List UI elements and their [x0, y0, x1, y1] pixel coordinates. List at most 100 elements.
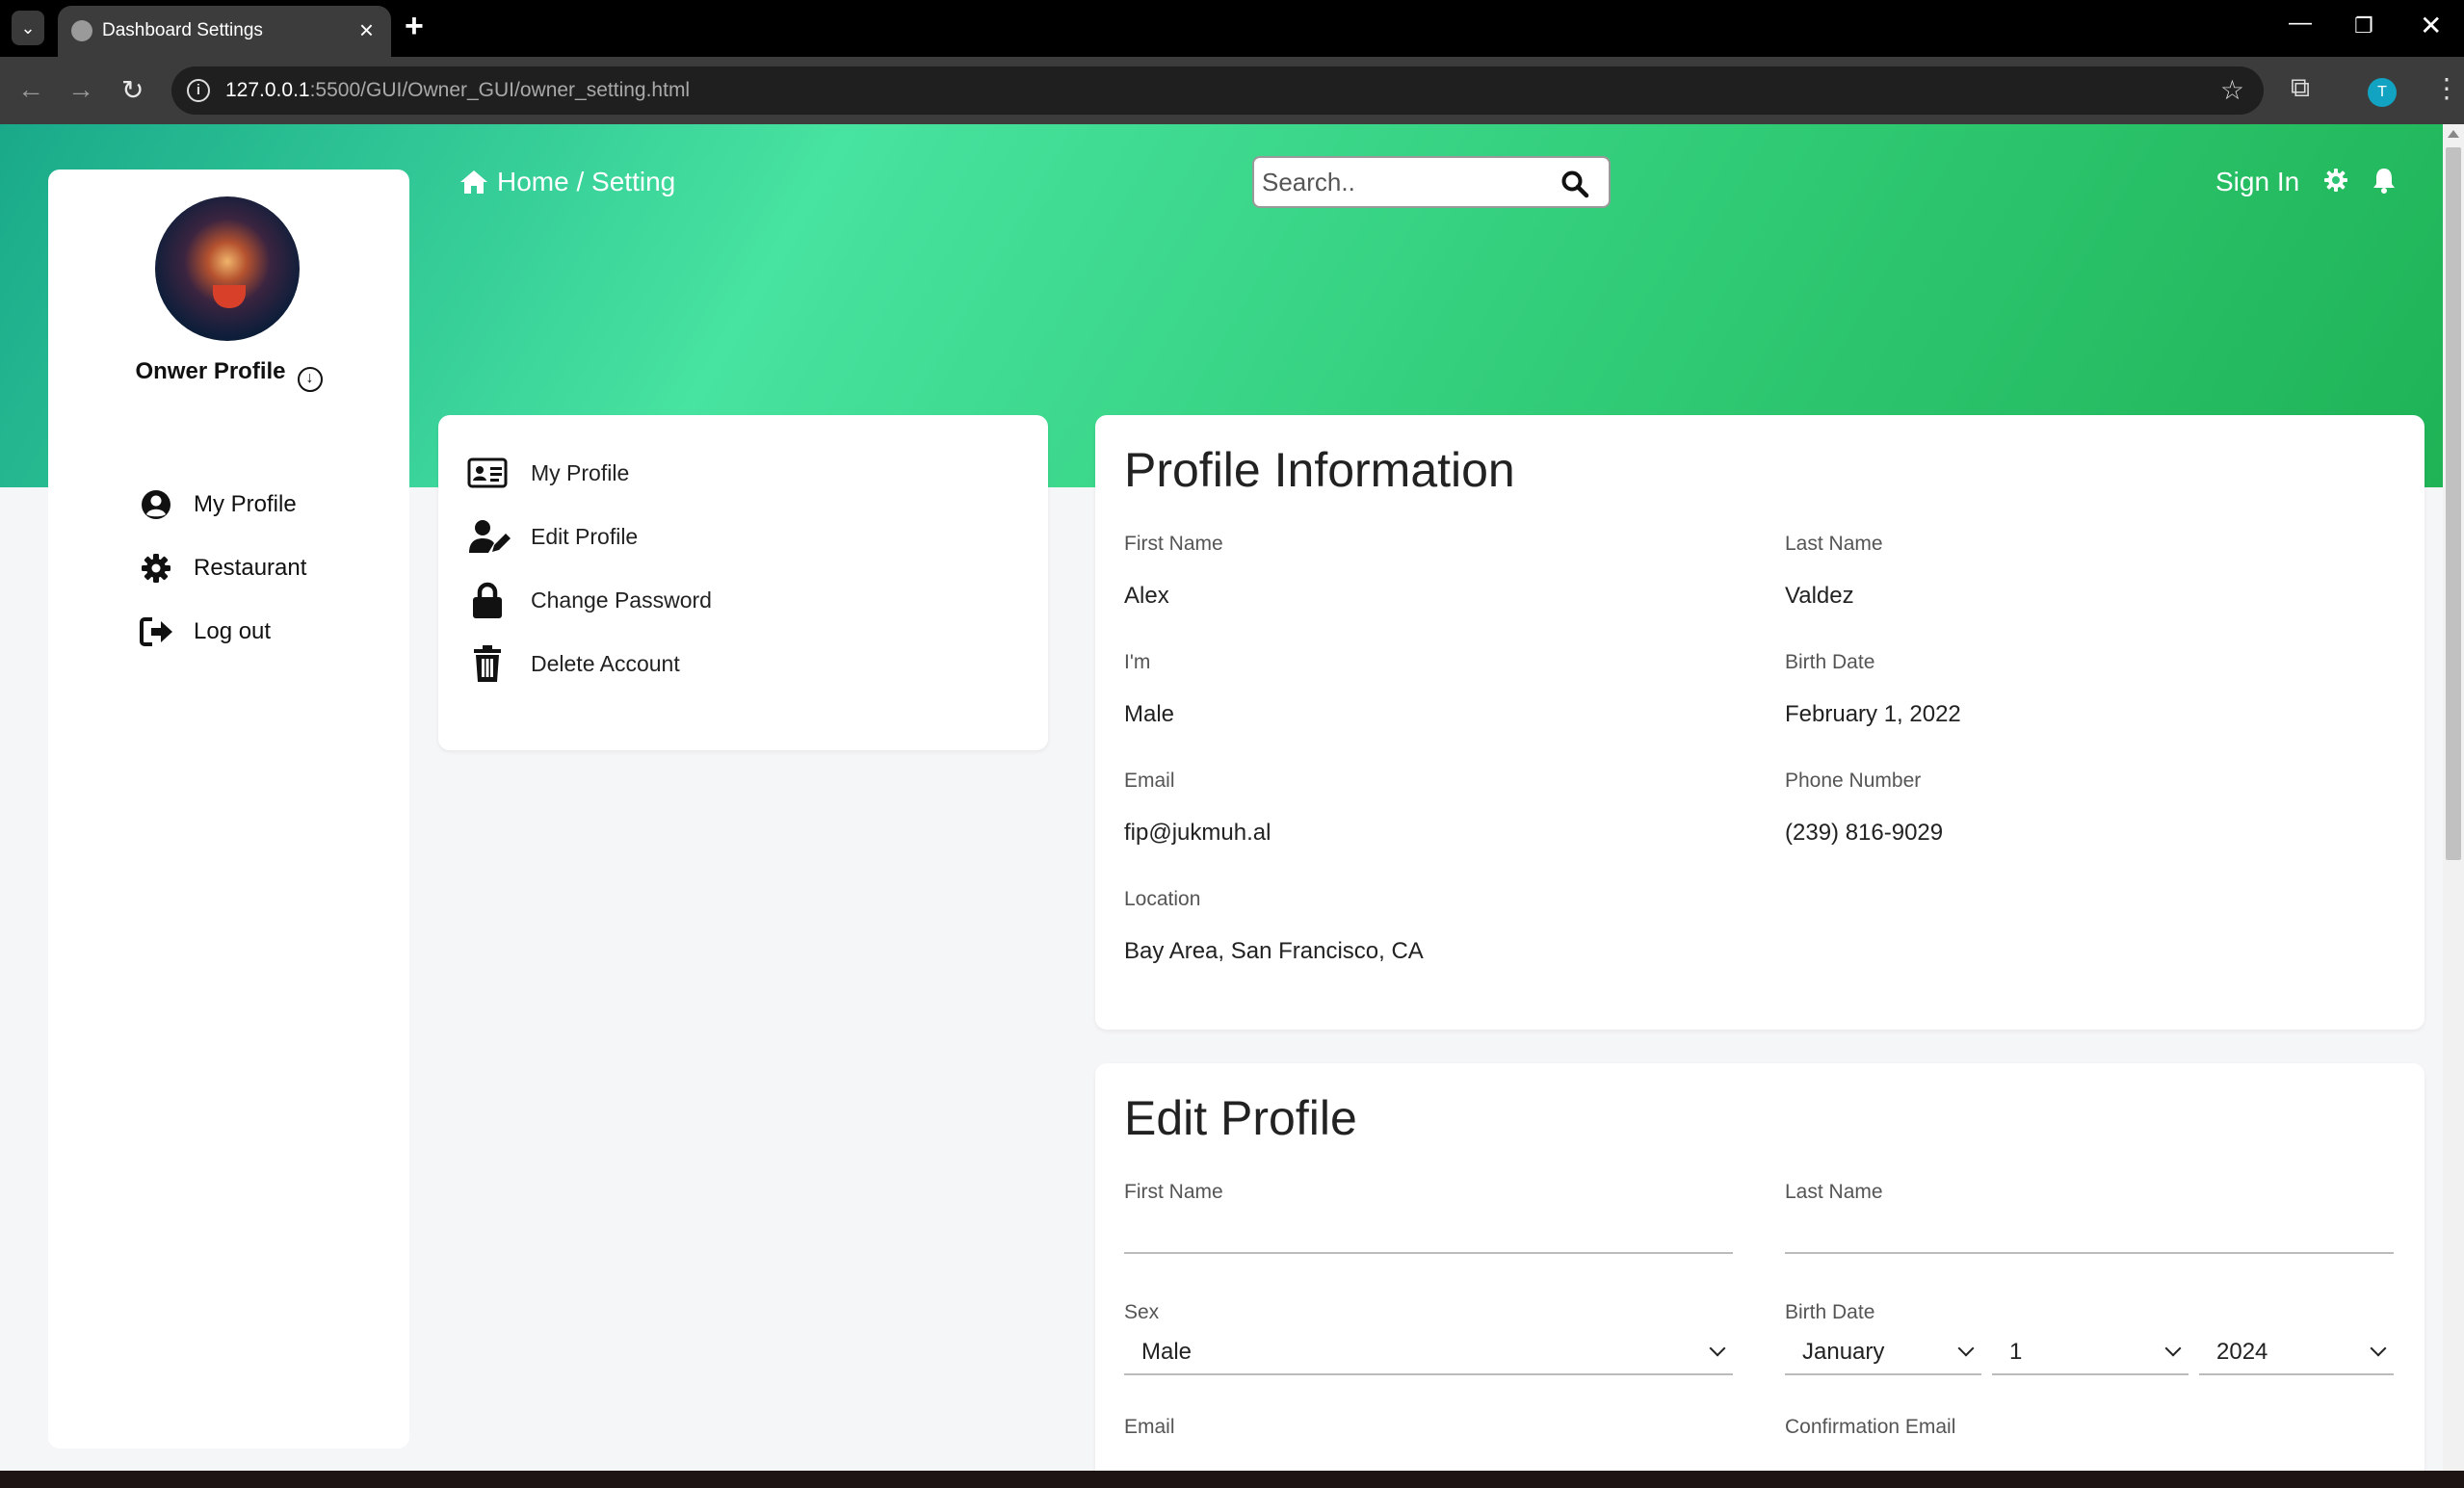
user-circle-icon [140, 488, 172, 521]
breadcrumb: Home / Setting [459, 167, 675, 197]
browser-tabstrip: ⌄ Dashboard Settings × + — ❐ ✕ [0, 0, 2464, 57]
tab-search-button[interactable]: ⌄ [12, 11, 44, 45]
menu-item-label: Change Password [531, 587, 712, 613]
breadcrumb-separator: / [568, 167, 592, 196]
birth-month-select[interactable]: January [1785, 1329, 1981, 1375]
url-path: :5500/GUI/Owner_GUI/owner_setting.html [309, 79, 691, 101]
scrollbar-thumb[interactable] [2446, 147, 2461, 860]
id-card-icon [467, 454, 508, 492]
chevron-down-icon [1709, 1340, 1726, 1357]
first-name-value: Alex [1124, 583, 1169, 609]
bell-icon[interactable] [2372, 167, 2397, 194]
chevron-down-icon [2370, 1340, 2387, 1357]
home-icon [460, 170, 487, 194]
birth-date-value: February 1, 2022 [1785, 701, 1961, 727]
scroll-up-arrow-icon[interactable] [2448, 130, 2459, 138]
sign-in-link[interactable]: Sign In [2215, 167, 2299, 197]
url-host: 127.0.0.1 [225, 79, 310, 101]
menu-item-delete-account[interactable]: Delete Account [467, 642, 680, 685]
last-name-input[interactable] [1785, 1210, 2394, 1254]
sex-value: Male [1124, 701, 1175, 727]
sex-label: I'm [1124, 651, 1151, 673]
sidebar-item-restaurant[interactable]: Restaurant [140, 549, 306, 587]
reload-icon[interactable]: ↻ [121, 74, 144, 106]
first-name-input[interactable] [1124, 1210, 1733, 1254]
email-label: Email [1124, 770, 1175, 792]
sidebar-item-logout[interactable]: Log out [140, 613, 271, 651]
birth-date-label: Birth Date [1785, 651, 1875, 673]
trash-icon [467, 644, 508, 683]
breadcrumb-home-link[interactable]: Home [497, 167, 569, 197]
menu-item-edit-profile[interactable]: Edit Profile [467, 515, 638, 558]
back-arrow-icon[interactable]: ← [17, 74, 44, 105]
browser-tab[interactable]: Dashboard Settings × [58, 6, 391, 57]
lock-icon [467, 581, 508, 619]
owner-profile-label: Onwer Profile [135, 358, 286, 384]
site-info-icon[interactable]: i [187, 79, 210, 102]
search-icon[interactable] [1560, 170, 1589, 198]
browser-menu-icon[interactable]: ⋮ [2433, 72, 2460, 104]
close-window-icon[interactable]: ✕ [2420, 10, 2442, 41]
extensions-icon[interactable]: ⧉ [2291, 72, 2310, 104]
settings-menu-card: My Profile Edit Profile Change Password … [438, 415, 1048, 750]
menu-item-change-password[interactable]: Change Password [467, 579, 712, 621]
phone-value: (239) 816-9029 [1785, 820, 1944, 846]
location-value: Bay Area, San Francisco, CA [1124, 938, 1424, 964]
chevron-down-icon [2164, 1340, 2182, 1357]
settings-gear-icon[interactable] [2323, 168, 2348, 193]
browser-profile-avatar[interactable]: T [2368, 78, 2397, 107]
avatar [155, 196, 300, 341]
edit-profile-card: Edit Profile First Name Last Name Sex Ma… [1095, 1063, 2425, 1471]
birth-year-select[interactable]: 2024 [2199, 1329, 2394, 1375]
taskbar-edge [0, 1471, 2464, 1488]
search-input[interactable] [1262, 166, 1551, 198]
browser-toolbar: ← → ↻ i 127.0.0.1:5500/GUI/Owner_GUI/own… [0, 57, 2464, 124]
page-viewport: Onwer Profile ↓ My Profile Restaurant Log… [0, 124, 2443, 1471]
email-value: fip@jukmuh.al [1124, 820, 1271, 846]
url-text: 127.0.0.1:5500/GUI/Owner_GUI/owner_setti… [225, 79, 690, 102]
sex-select[interactable]: Male [1124, 1329, 1733, 1375]
minimize-icon[interactable]: — [2289, 10, 2312, 37]
sidebar: Onwer Profile ↓ My Profile Restaurant Log… [48, 170, 409, 1449]
search-box [1252, 156, 1611, 208]
menu-item-label: My Profile [531, 459, 630, 485]
sidebar-item-label: Restaurant [194, 555, 307, 581]
bookmark-star-icon[interactable]: ☆ [2220, 74, 2244, 106]
first-name-label: First Name [1124, 533, 1223, 555]
globe-icon [71, 20, 92, 41]
menu-item-label: Delete Account [531, 650, 680, 676]
edit-first-name-label: First Name [1124, 1181, 1223, 1203]
new-tab-button[interactable]: + [405, 8, 424, 45]
edit-email-label: Email [1124, 1416, 1175, 1438]
sidebar-item-my-profile[interactable]: My Profile [140, 485, 297, 524]
page-scrollbar[interactable] [2443, 124, 2464, 1471]
birth-year-value: 2024 [2216, 1339, 2268, 1365]
gear-icon [140, 552, 172, 585]
birth-day-value: 1 [2009, 1339, 2023, 1365]
address-bar[interactable]: i 127.0.0.1:5500/GUI/Owner_GUI/owner_set… [171, 66, 2264, 115]
restore-icon[interactable]: ❐ [2354, 13, 2373, 39]
profile-information-card: Profile Information First Name Alex Last… [1095, 415, 2425, 1030]
birth-day-select[interactable]: 1 [1992, 1329, 2189, 1375]
last-name-value: Valdez [1785, 583, 1854, 609]
profile-information-title: Profile Information [1124, 443, 1515, 497]
user-edit-icon [467, 517, 511, 556]
sidebar-item-label: Log out [194, 618, 272, 644]
location-label: Location [1124, 888, 1201, 910]
owner-profile-title: Onwer Profile ↓ [48, 358, 409, 392]
phone-label: Phone Number [1785, 770, 1922, 792]
confirm-email-label: Confirmation Email [1785, 1416, 1956, 1438]
chevron-down-icon [1957, 1340, 1975, 1357]
forward-arrow-icon[interactable]: → [67, 74, 94, 105]
menu-item-my-profile[interactable]: My Profile [467, 452, 629, 494]
tab-title: Dashboard Settings [102, 20, 263, 40]
edit-last-name-label: Last Name [1785, 1181, 1883, 1203]
birth-month-value: January [1802, 1339, 1885, 1365]
tab-close-icon[interactable]: × [359, 15, 374, 45]
logout-icon [140, 615, 172, 648]
edit-sex-label: Sex [1124, 1301, 1160, 1323]
download-circle-icon[interactable]: ↓ [297, 367, 323, 392]
sidebar-item-label: My Profile [194, 491, 297, 517]
last-name-label: Last Name [1785, 533, 1883, 555]
menu-item-label: Edit Profile [531, 523, 639, 549]
